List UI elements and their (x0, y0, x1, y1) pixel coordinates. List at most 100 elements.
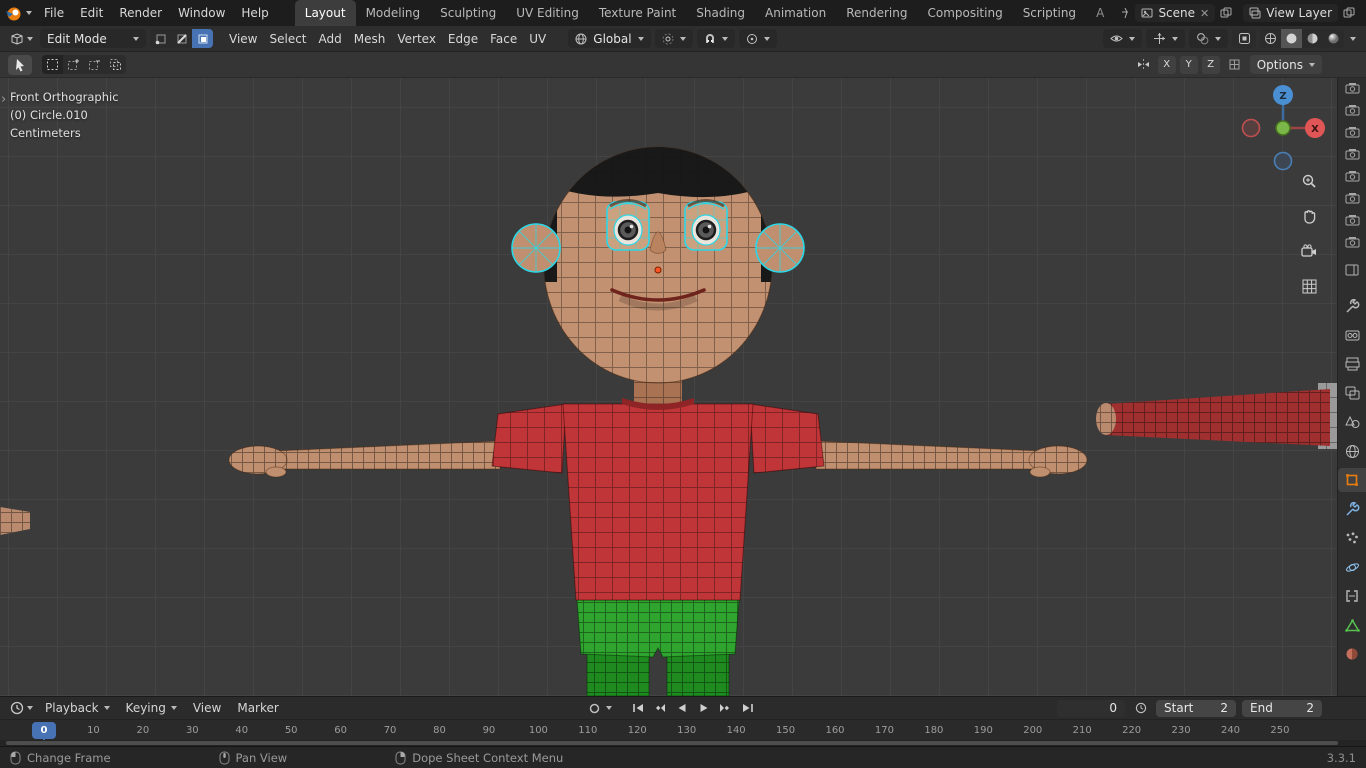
shading-dropdown-caret-icon[interactable] (1350, 36, 1356, 41)
menu-vertex[interactable]: Vertex (391, 32, 442, 46)
playhead[interactable]: 0 (32, 722, 56, 739)
menu-keying[interactable]: Keying (119, 701, 184, 715)
menu-uv[interactable]: UV (523, 32, 552, 46)
shading-rendered-icon[interactable] (1323, 29, 1344, 48)
play-reverse-icon[interactable] (672, 700, 691, 717)
mirror-icon[interactable] (1134, 58, 1154, 71)
pin-icon[interactable] (1115, 7, 1135, 19)
transform-orientation-select[interactable]: Global (568, 29, 651, 48)
render-output-icon[interactable] (1343, 168, 1361, 184)
menu-mesh[interactable]: Mesh (348, 32, 392, 46)
toolbar-expand-arrow-icon[interactable]: › (1, 92, 6, 107)
tab-scripting[interactable]: Scripting (1013, 0, 1086, 26)
character-mesh[interactable] (228, 140, 1088, 696)
keying-set-caret-icon[interactable] (606, 706, 613, 710)
menu-select[interactable]: Select (263, 32, 312, 46)
use-preview-range-icon[interactable] (1131, 700, 1150, 717)
gizmos-toggle[interactable] (1146, 29, 1185, 48)
tab-modeling[interactable]: Modeling (356, 0, 431, 26)
select-box-subtract-icon[interactable] (84, 55, 105, 74)
properties-editor-icon[interactable] (1343, 262, 1361, 278)
view-layer-copy-icon[interactable] (1338, 7, 1360, 19)
tab-layout[interactable]: Layout (294, 0, 356, 26)
detached-hand-left[interactable] (0, 507, 30, 535)
auto-keying-icon[interactable] (585, 700, 604, 717)
world-icon[interactable] (1338, 439, 1366, 463)
material-icon[interactable] (1338, 642, 1366, 666)
particles-icon[interactable] (1338, 526, 1366, 550)
scene-selector[interactable]: Scene ✕ (1135, 4, 1216, 22)
select-box-icon[interactable] (42, 55, 63, 74)
overlays-toggle[interactable] (1189, 29, 1228, 48)
menu-window[interactable]: Window (170, 0, 233, 26)
menu-timeline-view[interactable]: View (186, 701, 228, 715)
axis-z-toggle[interactable]: Z (1201, 55, 1220, 74)
render-output-icon[interactable] (1343, 146, 1361, 162)
show-gizmo-toggle[interactable] (1103, 29, 1142, 48)
prev-keyframe-icon[interactable] (650, 700, 669, 717)
menu-edit[interactable]: Edit (72, 0, 111, 26)
tab-animation[interactable]: Animation (755, 0, 836, 26)
axis-x-toggle[interactable]: X (1157, 55, 1176, 74)
menu-view[interactable]: View (223, 32, 263, 46)
timeline-ruler[interactable]: 0102030405060708090100110120130140150160… (0, 719, 1366, 741)
editor-type-icon[interactable] (6, 32, 36, 46)
object-icon[interactable] (1337, 468, 1366, 492)
shading-wireframe-icon[interactable] (1260, 29, 1281, 48)
render-output-icon[interactable] (1343, 124, 1361, 140)
tweak-tool-icon[interactable] (8, 54, 32, 75)
next-keyframe-icon[interactable] (716, 700, 735, 717)
render-icon[interactable] (1338, 323, 1366, 347)
tab-shading[interactable]: Shading (686, 0, 755, 26)
object-data-icon[interactable] (1338, 613, 1366, 637)
tab-rendering[interactable]: Rendering (836, 0, 917, 26)
tab-compositing[interactable]: Compositing (917, 0, 1012, 26)
menu-help[interactable]: Help (233, 0, 276, 26)
menu-add[interactable]: Add (313, 32, 348, 46)
frame-end-field[interactable]: End 2 (1242, 699, 1323, 717)
menu-face[interactable]: Face (484, 32, 523, 46)
view-layer-selector[interactable]: View Layer (1243, 4, 1338, 22)
pivot-point-select[interactable] (654, 29, 693, 48)
play-icon[interactable] (694, 700, 713, 717)
options-dropdown[interactable]: Options (1249, 55, 1322, 74)
tab-uv-editing[interactable]: UV Editing (506, 0, 589, 26)
snap-target-icon[interactable] (1224, 58, 1246, 71)
viewport-3d[interactable]: X Y Z Options › Front Orthographic (0) C… (0, 52, 1366, 696)
jump-to-start-icon[interactable] (628, 700, 647, 717)
scene-icon[interactable] (1338, 410, 1366, 434)
navigation-gizmo[interactable]: Z X (1238, 83, 1328, 173)
render-output-icon[interactable] (1343, 234, 1361, 250)
scene-copy-icon[interactable] (1215, 7, 1237, 19)
tab-sculpting[interactable]: Sculpting (430, 0, 506, 26)
vertex-select-icon[interactable] (150, 29, 171, 48)
scene-unlink-icon[interactable]: ✕ (1200, 8, 1209, 19)
select-box-intersect-icon[interactable] (105, 55, 126, 74)
grid-ortho-icon[interactable] (1296, 273, 1322, 299)
menu-marker[interactable]: Marker (230, 701, 285, 715)
detached-arm-right[interactable] (1096, 383, 1364, 449)
edge-select-icon[interactable] (171, 29, 192, 48)
menu-playback[interactable]: Playback (38, 701, 117, 715)
shading-material-icon[interactable] (1302, 29, 1323, 48)
render-output-icon[interactable] (1343, 80, 1361, 96)
timeline-editor-icon[interactable] (6, 701, 36, 715)
render-output-icon[interactable] (1343, 212, 1361, 228)
tool-icon[interactable] (1338, 294, 1366, 318)
menu-edge[interactable]: Edge (442, 32, 484, 46)
xray-toggle[interactable] (1232, 29, 1256, 48)
snap-select[interactable] (696, 29, 735, 48)
app-menu-caret-icon[interactable] (26, 11, 32, 15)
output-icon[interactable] (1338, 352, 1366, 376)
render-output-icon[interactable] (1343, 190, 1361, 206)
face-select-icon[interactable] (192, 29, 213, 48)
tab-texture-paint[interactable]: Texture Paint (589, 0, 686, 26)
blender-logo-icon[interactable] (0, 5, 26, 22)
modifiers-icon[interactable] (1338, 497, 1366, 521)
jump-to-end-icon[interactable] (738, 700, 757, 717)
tab-overflow[interactable]: A (1086, 0, 1114, 26)
camera-view-icon[interactable] (1296, 238, 1322, 264)
physics-icon[interactable] (1338, 555, 1366, 579)
mode-select[interactable]: Edit Mode (40, 29, 146, 48)
menu-render[interactable]: Render (111, 0, 170, 26)
